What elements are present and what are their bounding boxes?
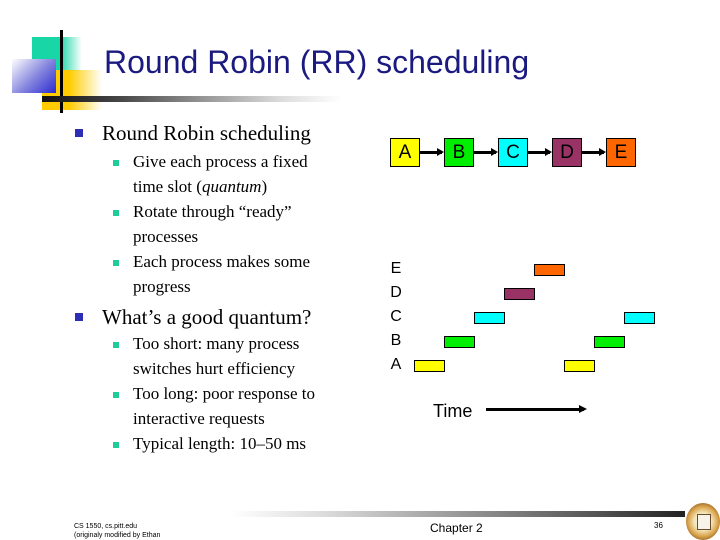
sub-bullet-line: Give each process a fixed xyxy=(133,152,308,171)
bullet-marker-level2 xyxy=(113,260,119,266)
timeline-row-label-c: C xyxy=(390,308,402,325)
sub-bullet-typical-length: Typical length: 10–50 ms xyxy=(133,432,306,457)
sub-bullet-line: time slot (quantum) xyxy=(133,176,268,196)
sub-bullet-too-long: Too long: poor response to interactive r… xyxy=(133,382,315,431)
timeslice-d-3 xyxy=(504,288,535,300)
bullet-marker-level2 xyxy=(113,342,119,348)
footer-credit-line1: CS 1550, cs.pitt.edu xyxy=(74,523,138,530)
time-arrow-icon xyxy=(486,405,587,413)
sub-bullet-line: interactive requests xyxy=(133,408,265,428)
sub-bullet-line: Each process makes some xyxy=(133,252,311,271)
page-number: 36 xyxy=(654,521,663,530)
title-underline-bar xyxy=(42,96,342,102)
footer-chapter: Chapter 2 xyxy=(430,521,483,535)
sub-bullet-line: Typical length: 10–50 ms xyxy=(133,434,307,453)
sub-bullet-line: switches hurt efficiency xyxy=(133,358,296,378)
title-decoration-blue-square xyxy=(12,59,56,93)
timeslice-a-0 xyxy=(414,360,445,372)
queue-arrow-icon xyxy=(420,148,444,156)
bullet-marker-level2 xyxy=(113,442,119,448)
queue-process-a: A xyxy=(390,138,420,167)
timeslice-c-7 xyxy=(624,312,655,324)
bullet-marker-level2 xyxy=(113,392,119,398)
timeslice-b-1 xyxy=(444,336,475,348)
timeline-row-label-d: D xyxy=(390,284,402,301)
footer-credit: CS 1550, cs.pitt.edu (originaly modified… xyxy=(74,522,160,540)
queue-arrow-icon xyxy=(474,148,498,156)
footer-credit-line2: (originaly modified by Ethan xyxy=(74,532,161,539)
bullet-marker-level2 xyxy=(113,160,119,166)
queue-arrow-icon xyxy=(582,148,606,156)
timeline-row-label-e: E xyxy=(390,260,402,277)
sub-bullet-line: progress xyxy=(133,276,191,296)
quantum-term: quantum xyxy=(201,176,262,196)
bullet-round-robin: Round Robin scheduling xyxy=(102,121,311,145)
queue-process-b: B xyxy=(444,138,474,167)
sub-bullet-line: Too short: many process xyxy=(133,334,300,353)
timeslice-c-2 xyxy=(474,312,505,324)
queue-process-c: C xyxy=(498,138,528,167)
bullet-good-quantum: What’s a good quantum? xyxy=(102,305,312,329)
timeslice-a-5 xyxy=(564,360,595,372)
timeslice-b-6 xyxy=(594,336,625,348)
queue-process-e: E xyxy=(606,138,636,167)
sub-bullet-line: Too long: poor response to xyxy=(133,384,316,403)
sub-bullet-too-short: Too short: many process switches hurt ef… xyxy=(133,332,299,381)
timeline-row-label-a: A xyxy=(390,356,402,373)
bullet-marker-level1 xyxy=(75,313,83,321)
sub-bullet-line: processes xyxy=(133,226,199,246)
timeline-row-label-b: B xyxy=(390,332,402,349)
sub-bullet-fixed-slot: Give each process a fixed time slot (qua… xyxy=(133,150,308,199)
timeslice-e-4 xyxy=(534,264,565,276)
bullet-marker-level2 xyxy=(113,210,119,216)
queue-arrow-icon xyxy=(528,148,552,156)
sub-bullet-rotate: Rotate through “ready” processes xyxy=(133,200,292,249)
slide-title: Round Robin (RR) scheduling xyxy=(104,44,530,80)
sub-bullet-line: Rotate through “ready” xyxy=(133,202,292,221)
queue-process-d: D xyxy=(552,138,582,167)
bullet-marker-level1 xyxy=(75,129,83,137)
sub-bullet-progress: Each process makes some progress xyxy=(133,250,310,299)
time-axis-label: Time xyxy=(433,401,473,421)
university-seal-logo xyxy=(686,503,720,540)
footer-gradient-bar xyxy=(230,511,685,517)
